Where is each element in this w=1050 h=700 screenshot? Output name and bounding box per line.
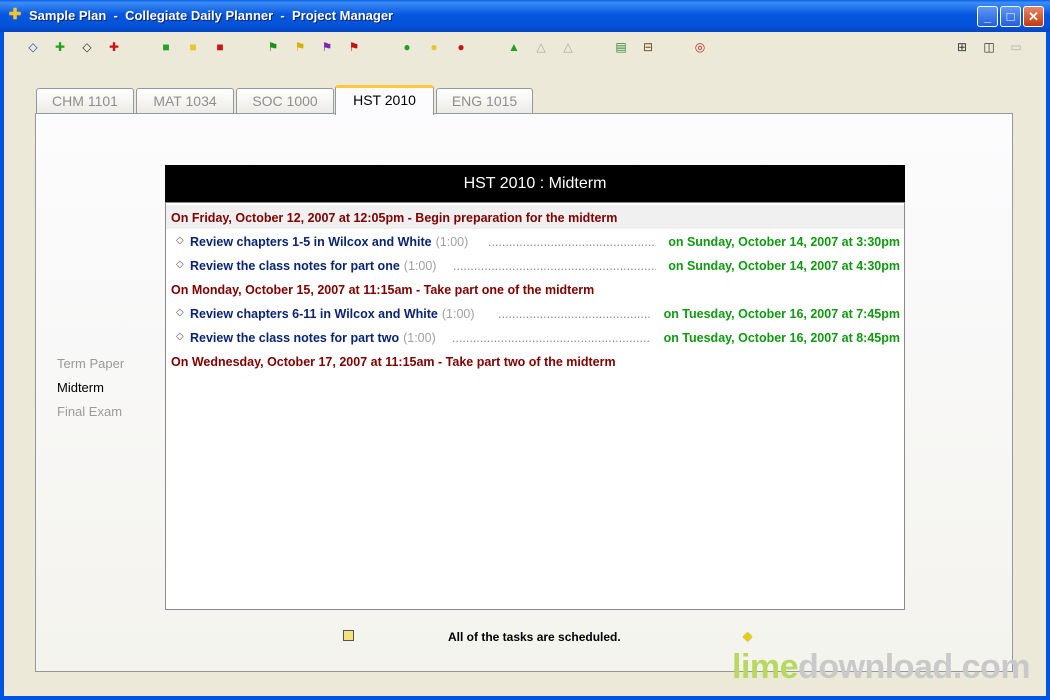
watermark-part-1: lime <box>732 648 799 686</box>
title-bar[interactable]: ✚ Sample Plan - Collegiate Daily Planner… <box>0 0 1050 32</box>
task-duration: (1:00) <box>403 331 436 345</box>
leader-dots: ........................................… <box>498 307 651 321</box>
task-row[interactable]: ◇ Review chapters 1-5 in Wilcox and Whit… <box>166 229 904 253</box>
task-title: Review chapters 1-5 in Wilcox and White <box>190 235 432 249</box>
task-name: Review chapters 6-11 in Wilcox and White… <box>190 307 475 321</box>
leader-dots: ........................................… <box>452 331 651 345</box>
diamond-white-icon[interactable]: ◇ <box>80 40 94 54</box>
status-diamond-icon[interactable]: ◆ <box>743 629 752 643</box>
task-scheduled-time: on Tuesday, October 16, 2007 at 8:45pm <box>663 331 900 345</box>
task-diamond-icon: ◇ <box>176 235 184 246</box>
toolbar: ◇ ✚ ◇ ✚ ■ ■ ■ ⚑ ⚑ ⚑ ⚑ ● ● ● ▲ △ △ ▤ ⊟ ◎ ⊞ ◫ ▭ <box>4 32 1046 62</box>
task-list: On Friday, October 12, 2007 at 12:05pm -… <box>165 202 905 610</box>
task-row[interactable]: ◇ Review the class notes for part two (1:… <box>166 325 904 349</box>
task-diamond-icon: ◇ <box>176 331 184 342</box>
expand-icon[interactable]: ◇ <box>26 40 40 54</box>
milestone-row[interactable]: On Friday, October 12, 2007 at 12:05pm -… <box>166 205 904 229</box>
tab-eng-1015[interactable]: ENG 1015 <box>436 88 533 113</box>
tab-soc-1000[interactable]: SOC 1000 <box>236 88 334 113</box>
triangle-gray-icon[interactable]: △ <box>534 40 548 54</box>
circle-red-icon[interactable]: ● <box>454 40 468 54</box>
task-name: Review the class notes for part two (1:00… <box>190 331 436 345</box>
folder-yellow-icon[interactable]: ■ <box>186 40 200 54</box>
task-name: Review chapters 1-5 in Wilcox and White(… <box>190 235 468 249</box>
task-scheduled-time: on Tuesday, October 16, 2007 at 7:45pm <box>663 307 900 321</box>
task-diamond-icon: ◇ <box>176 307 184 318</box>
help-lifebuoy-icon[interactable]: ◎ <box>693 40 707 54</box>
leader-dots: ........................................… <box>453 259 656 273</box>
task-scheduled-time: on Sunday, October 14, 2007 at 3:30pm <box>668 235 900 249</box>
triangle-green-icon[interactable]: ▲ <box>507 40 521 54</box>
minimize-button[interactable]: _ <box>977 6 998 27</box>
folder-red-icon[interactable]: ■ <box>213 40 227 54</box>
circle-yellow-icon[interactable]: ● <box>427 40 441 54</box>
task-row[interactable]: ◇ Review chapters 6-11 in Wilcox and Whi… <box>166 301 904 325</box>
status-square-icon[interactable] <box>343 630 354 641</box>
flag-yellow-icon[interactable]: ⚑ <box>293 40 307 54</box>
triangle-gray-2-icon[interactable]: △ <box>561 40 575 54</box>
maximize-button[interactable]: □ <box>1000 6 1021 27</box>
status-message: All of the tasks are scheduled. <box>448 630 621 644</box>
sidebar-item-final-exam[interactable]: Final Exam <box>57 404 122 419</box>
tab-hst-2010[interactable]: HST 2010 <box>335 85 434 115</box>
folder-open-icon[interactable]: ▭ <box>1009 40 1023 54</box>
circle-green-icon[interactable]: ● <box>400 40 414 54</box>
sidebar-item-midterm[interactable]: Midterm <box>57 380 104 395</box>
app-icon: ✚ <box>8 6 22 23</box>
milestone-text: On Friday, October 12, 2007 at 12:05pm -… <box>171 211 618 225</box>
task-row[interactable]: ◇ Review the class notes for part one (1:… <box>166 253 904 277</box>
milestone-row[interactable]: On Monday, October 15, 2007 at 11:15am -… <box>166 277 904 301</box>
task-title: Review chapters 6-11 in Wilcox and White <box>190 307 438 321</box>
milestone-row[interactable]: On Wednesday, October 17, 2007 at 11:15a… <box>166 349 904 373</box>
plan-header: HST 2010 : Midterm <box>165 165 905 202</box>
flag-green-icon[interactable]: ⚑ <box>266 40 280 54</box>
task-name: Review the class notes for part one (1:00… <box>190 259 436 273</box>
tab-mat-1034[interactable]: MAT 1034 <box>136 88 234 113</box>
watermark-logo: limedownload.com <box>732 648 1031 687</box>
flag-red-icon[interactable]: ⚑ <box>347 40 361 54</box>
watermark-part-2: download.com <box>798 648 1031 686</box>
flag-purple-icon[interactable]: ⚑ <box>320 40 334 54</box>
tab-chm-1101[interactable]: CHM 1101 <box>36 88 134 113</box>
add-green-icon[interactable]: ✚ <box>53 40 67 54</box>
window-title: Sample Plan - Collegiate Daily Planner -… <box>29 8 394 23</box>
task-title: Review the class notes for part one <box>190 259 400 273</box>
grid-view-icon[interactable]: ⊞ <box>955 40 969 54</box>
print-icon[interactable]: ⊟ <box>641 40 655 54</box>
task-scheduled-time: on Sunday, October 14, 2007 at 4:30pm <box>668 259 900 273</box>
document-icon[interactable]: ▤ <box>614 40 628 54</box>
close-button[interactable]: ✕ <box>1023 6 1044 27</box>
sidebar-item-term-paper[interactable]: Term Paper <box>57 356 124 371</box>
milestone-text: On Wednesday, October 17, 2007 at 11:15a… <box>171 355 616 369</box>
task-diamond-icon: ◇ <box>176 259 184 270</box>
split-view-icon[interactable]: ◫ <box>982 40 996 54</box>
leader-dots: ........................................… <box>488 235 656 249</box>
task-duration: (1:00) <box>403 259 437 273</box>
task-title: Review the class notes for part two <box>190 331 400 345</box>
folder-green-icon[interactable]: ■ <box>159 40 173 54</box>
milestone-text: On Monday, October 15, 2007 at 11:15am -… <box>171 283 595 297</box>
task-duration: (1:00) <box>441 307 475 321</box>
add-red-icon[interactable]: ✚ <box>107 40 121 54</box>
task-duration: (1:00) <box>435 235 469 249</box>
